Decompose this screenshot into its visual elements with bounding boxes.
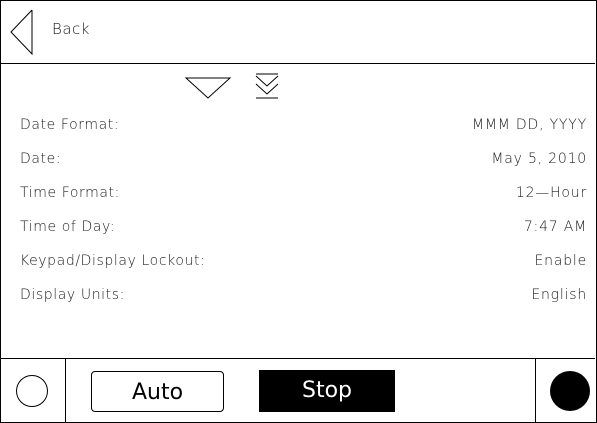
header-bar: Back bbox=[0, 0, 595, 64]
setting-row-time-format[interactable]: Time Format: 12—Hour bbox=[0, 176, 595, 210]
setting-label: Keypad/Display Lockout: bbox=[20, 253, 206, 269]
setting-value: English bbox=[531, 287, 587, 303]
scroll-to-end-button[interactable] bbox=[255, 72, 279, 100]
footer-bar: Auto Stop bbox=[0, 358, 595, 422]
setting-row-time-of-day[interactable]: Time of Day: 7:47 AM bbox=[0, 210, 595, 244]
setting-label: Date Format: bbox=[20, 117, 120, 133]
setting-label: Time of Day: bbox=[20, 219, 116, 235]
setting-row-keypad-lockout[interactable]: Keypad/Display Lockout: Enable bbox=[0, 244, 595, 278]
settings-list: Date Format: MMM DD, YYYY Date: May 5, 2… bbox=[0, 108, 595, 312]
setting-label: Display Units: bbox=[20, 287, 125, 303]
status-indicator-left[interactable] bbox=[16, 375, 48, 407]
auto-button[interactable]: Auto bbox=[91, 371, 224, 412]
setting-value: 12—Hour bbox=[515, 185, 587, 201]
setting-value: MMM DD, YYYY bbox=[472, 117, 587, 133]
scroll-down-button[interactable] bbox=[184, 76, 232, 100]
chevron-left-icon bbox=[8, 8, 36, 56]
divider bbox=[535, 359, 536, 422]
double-chevron-down-icon bbox=[255, 73, 279, 104]
setting-row-date-format[interactable]: Date Format: MMM DD, YYYY bbox=[0, 108, 595, 142]
setting-row-date[interactable]: Date: May 5, 2010 bbox=[0, 142, 595, 176]
setting-value: Enable bbox=[534, 253, 587, 269]
triangle-down-icon bbox=[184, 77, 232, 104]
status-indicator-right[interactable] bbox=[550, 371, 590, 411]
back-label: Back bbox=[52, 20, 90, 38]
divider bbox=[65, 359, 66, 422]
stop-button[interactable]: Stop bbox=[259, 370, 395, 412]
setting-label: Date: bbox=[20, 151, 62, 167]
setting-row-display-units[interactable]: Display Units: English bbox=[0, 278, 595, 312]
setting-label: Time Format: bbox=[20, 185, 120, 201]
scroll-controls bbox=[0, 64, 595, 104]
setting-value: May 5, 2010 bbox=[491, 151, 587, 167]
setting-value: 7:47 AM bbox=[523, 219, 587, 235]
back-button[interactable]: Back bbox=[0, 0, 140, 63]
